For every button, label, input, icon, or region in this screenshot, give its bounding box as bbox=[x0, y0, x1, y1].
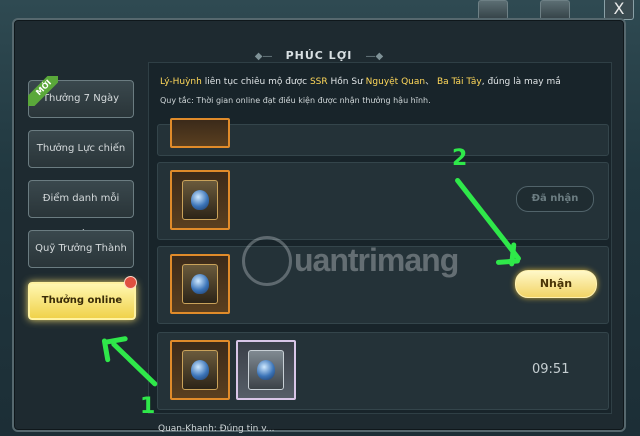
soul-card-icon bbox=[182, 180, 218, 220]
lightbulb-icon bbox=[242, 236, 292, 286]
tab-diem-danh[interactable]: Điểm danh mỗi ngày bbox=[28, 180, 134, 240]
top-menu-icon[interactable] bbox=[540, 0, 570, 20]
reward-item[interactable] bbox=[170, 170, 230, 230]
tab-thuong-luc-chien[interactable]: Thưởng Lực chiến bbox=[28, 130, 134, 168]
claimed-button: Đã nhận bbox=[516, 186, 594, 212]
chat-ticker: Quan-Khanh: Đúng tin v... bbox=[158, 424, 275, 434]
tab-quy-truong-thanh[interactable]: Quỹ Trưởng Thành bbox=[28, 230, 134, 268]
panel-title: PHÚC LỢI bbox=[285, 49, 353, 62]
soul-card-icon bbox=[182, 350, 218, 390]
ornament-icon: ◆— bbox=[254, 51, 273, 62]
reward-item[interactable] bbox=[236, 340, 296, 400]
panel-title-bar: ◆— PHÚC LỢI —◆ bbox=[14, 44, 624, 63]
announcement-text: Lý-Huỳnh liên tục chiêu mộ được SSR Hồn … bbox=[160, 77, 561, 87]
reward-item[interactable] bbox=[170, 254, 230, 314]
reward-item[interactable] bbox=[170, 118, 230, 148]
reward-item[interactable] bbox=[170, 340, 230, 400]
watermark-text: uantrimang bbox=[294, 242, 459, 278]
step-number-2: 2 bbox=[452, 146, 468, 171]
notification-dot bbox=[124, 276, 137, 289]
gem-icon bbox=[191, 360, 209, 380]
watermark: uantrimang bbox=[240, 232, 490, 292]
tab-thuong-online[interactable]: Thưởng online bbox=[28, 282, 136, 320]
close-button[interactable]: X bbox=[604, 0, 634, 20]
soul-card-icon bbox=[182, 264, 218, 304]
countdown-timer: 09:51 bbox=[532, 362, 570, 377]
rule-text: Quy tắc: Thời gian online đạt điều kiện … bbox=[160, 96, 431, 105]
gem-icon bbox=[191, 190, 209, 210]
soul-card-icon bbox=[248, 350, 284, 390]
gem-icon bbox=[257, 360, 275, 380]
step-number-1: 1 bbox=[140, 394, 156, 419]
claim-button[interactable]: Nhận bbox=[515, 270, 597, 298]
announcement-banner: Lý-Huỳnh liên tục chiêu mộ được SSR Hồn … bbox=[148, 66, 608, 122]
top-menu-icon[interactable] bbox=[478, 0, 508, 20]
gem-icon bbox=[191, 274, 209, 294]
new-badge: MỚI bbox=[28, 76, 58, 106]
ornament-icon: —◆ bbox=[365, 51, 384, 62]
